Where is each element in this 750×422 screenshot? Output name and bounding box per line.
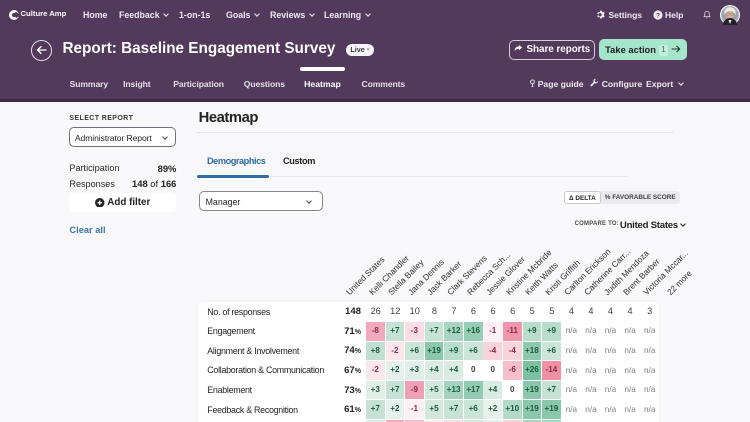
- svg-text:?: ?: [656, 12, 660, 19]
